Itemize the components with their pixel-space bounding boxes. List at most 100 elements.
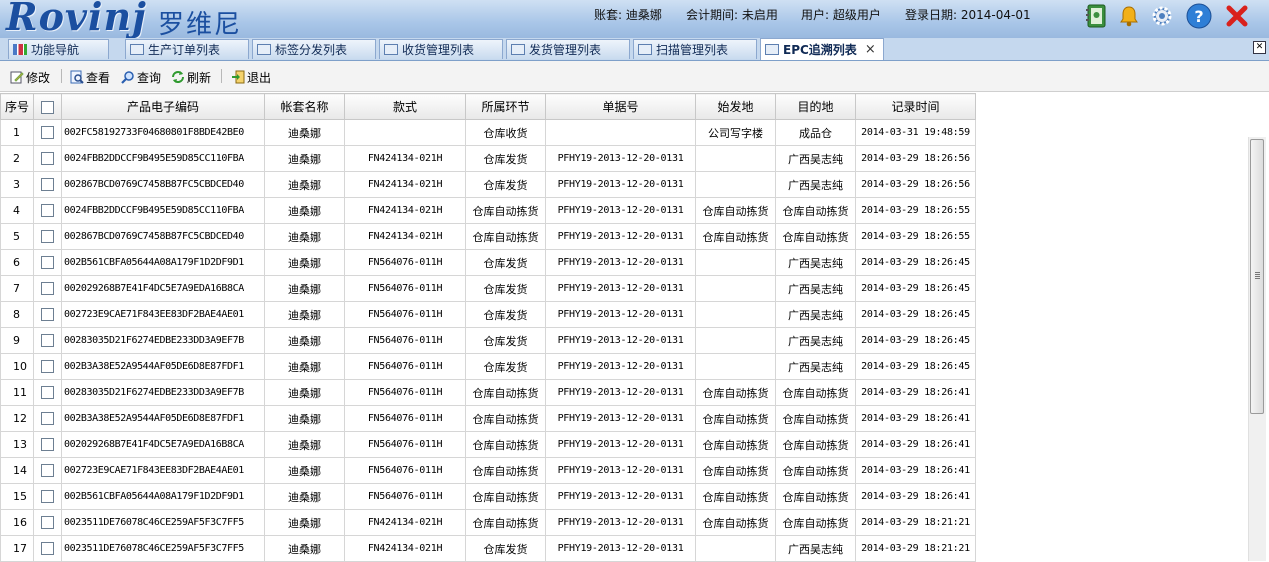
col-header-origin[interactable]: 始发地 [695, 93, 776, 120]
view-button[interactable]: 查看 [70, 68, 110, 86]
tab-epc-trace[interactable]: EPC追溯列表 × [760, 38, 884, 60]
cell-select [33, 301, 62, 328]
col-header-seq[interactable]: 序号 [0, 93, 34, 120]
vertical-scrollbar[interactable] [1248, 137, 1266, 561]
table-row[interactable]: 12 002B3A38E52A9544AF05DE6D8E87FDF1 迪桑娜 FN5… [0, 405, 976, 432]
tab-scan[interactable]: 扫描管理列表 [633, 39, 757, 59]
cell-doc-no: PFHY19-2013-12-20-0131 [545, 145, 696, 172]
cell-origin: 仓库自动拣货 [695, 197, 776, 224]
tab-shipping[interactable]: 发货管理列表 [506, 39, 630, 59]
close-icon[interactable] [1224, 3, 1250, 29]
table-row[interactable]: 15 002B561CBFA05644A08A179F1D2DF9D1 迪桑娜 FN5… [0, 483, 976, 510]
cell-doc-no: PFHY19-2013-12-20-0131 [545, 301, 696, 328]
row-checkbox[interactable] [41, 490, 54, 504]
bell-icon[interactable] [1116, 3, 1142, 29]
table-row[interactable]: 4 0024FBB2DDCCF9B495E59D85CC110FBA 迪桑娜 FN42… [0, 197, 976, 224]
col-header-select[interactable] [33, 93, 62, 120]
table-row[interactable]: 3 002867BCD0769C7458B87FC5CBDCED40 迪桑娜 FN42… [0, 171, 976, 198]
cell-doc-no: PFHY19-2013-12-20-0131 [545, 379, 696, 406]
row-checkbox[interactable] [41, 126, 54, 140]
table-row[interactable]: 5 002867BCD0769C7458B87FC5CBDCED40 迪桑娜 FN42… [0, 223, 976, 250]
tab-label-distribution[interactable]: 标签分发列表 [252, 39, 376, 59]
cell-select [33, 483, 62, 510]
row-checkbox[interactable] [41, 230, 54, 244]
table-row[interactable]: 10 002B3A38E52A9544AF05DE6D8E87FDF1 迪桑娜 FN5… [0, 353, 976, 380]
row-checkbox[interactable] [41, 412, 54, 426]
list-icon [511, 44, 525, 55]
row-checkbox[interactable] [41, 204, 54, 218]
scrollbar-thumb[interactable] [1250, 139, 1264, 414]
select-all-checkbox[interactable] [41, 100, 54, 114]
table-row[interactable]: 17 0023511DE76078C46CE259AF5F3C7FF5 迪桑娜 FN4… [0, 535, 976, 562]
list-icon [130, 44, 144, 55]
table-row[interactable]: 8 002723E9CAE71F843EE83DF2BAE4AE01 迪桑娜 FN56… [0, 301, 976, 328]
cell-style: FN564076-011H [344, 249, 466, 276]
col-header-destination[interactable]: 目的地 [775, 93, 856, 120]
table-header-row: 序号 产品电子编码 帐套名称 款式 所属环节 单据号 始发地 目的地 记录时间 [0, 93, 976, 120]
row-checkbox[interactable] [41, 256, 54, 270]
table-row[interactable]: 13 002029268B7E41F4DC5E7A9EDA16B8CA 迪桑娜 FN5… [0, 431, 976, 458]
row-checkbox[interactable] [41, 386, 54, 400]
tab-function-nav[interactable]: 功能导航 [8, 39, 109, 59]
col-header-record-time[interactable]: 记录时间 [855, 93, 976, 120]
tab-label: 生产订单列表 [148, 43, 221, 57]
row-checkbox[interactable] [41, 464, 54, 478]
exit-button[interactable]: 退出 [231, 68, 271, 86]
cell-epc: 002723E9CAE71F843EE83DF2BAE4AE01 [61, 301, 265, 328]
row-checkbox[interactable] [41, 438, 54, 452]
table-row[interactable]: 6 002B561CBFA05644A08A179F1D2DF9D1 迪桑娜 FN56… [0, 249, 976, 276]
row-checkbox[interactable] [41, 360, 54, 374]
table-row[interactable]: 14 002723E9CAE71F843EE83DF2BAE4AE01 迪桑娜 FN5… [0, 457, 976, 484]
scroll-grip [1255, 272, 1260, 273]
edit-button[interactable]: 修改 [10, 68, 50, 86]
tab-receiving[interactable]: 收货管理列表 [379, 39, 503, 59]
row-checkbox[interactable] [41, 178, 54, 192]
cell-account: 迪桑娜 [264, 535, 345, 562]
cell-destination: 成品仓 [775, 119, 856, 146]
table-row[interactable]: 16 0023511DE76078C46CE259AF5F3C7FF5 迪桑娜 FN4… [0, 509, 976, 536]
cell-select [33, 119, 62, 146]
row-checkbox[interactable] [41, 308, 54, 322]
scroll-grip [1255, 276, 1260, 277]
row-checkbox[interactable] [41, 542, 54, 556]
cell-record-time: 2014-03-29 18:26:41 [855, 457, 976, 484]
cell-stage: 仓库自动拣货 [465, 509, 546, 536]
cell-destination: 仓库自动拣货 [775, 483, 856, 510]
cell-seq: 8 [0, 301, 34, 328]
cell-style: FN564076-011H [344, 353, 466, 380]
table-row[interactable]: 11 00283035D21F6274EDBE233DD3A9EF7B 迪桑娜 FN5… [0, 379, 976, 406]
cell-record-time: 2014-03-29 18:21:21 [855, 535, 976, 562]
col-header-stage[interactable]: 所属环节 [465, 93, 546, 120]
col-header-doc-no[interactable]: 单据号 [545, 93, 696, 120]
list-icon [384, 44, 398, 55]
row-checkbox[interactable] [41, 152, 54, 166]
row-checkbox[interactable] [41, 334, 54, 348]
table-row[interactable]: 7 002029268B7E41F4DC5E7A9EDA16B8CA 迪桑娜 FN56… [0, 275, 976, 302]
toolbar: 修改 查看 查询 刷新 退出 [0, 61, 1269, 92]
cell-seq: 17 [0, 535, 34, 562]
pane-close-icon[interactable]: ✕ [1253, 41, 1266, 54]
cell-epc: 002867BCD0769C7458B87FC5CBDCED40 [61, 223, 265, 250]
table-row[interactable]: 1 002FC58192733F04680801F8BDE42BE0 迪桑娜 仓库收货… [0, 119, 976, 146]
tab-close-icon[interactable]: × [865, 42, 876, 57]
cell-style: FN564076-011H [344, 405, 466, 432]
cell-record-time: 2014-03-29 18:26:55 [855, 197, 976, 224]
cell-account: 迪桑娜 [264, 197, 345, 224]
row-checkbox[interactable] [41, 282, 54, 296]
table-row[interactable]: 9 00283035D21F6274EDBE233DD3A9EF7B 迪桑娜 FN56… [0, 327, 976, 354]
help-icon[interactable]: ? [1186, 3, 1212, 29]
cell-seq: 10 [0, 353, 34, 380]
table-row[interactable]: 2 0024FBB2DDCCF9B495E59D85CC110FBA 迪桑娜 FN42… [0, 145, 976, 172]
gear-icon[interactable] [1149, 3, 1175, 29]
tab-production-orders[interactable]: 生产订单列表 [125, 39, 249, 59]
col-header-epc[interactable]: 产品电子编码 [61, 93, 265, 120]
refresh-button[interactable]: 刷新 [171, 68, 211, 86]
cell-style: FN564076-011H [344, 379, 466, 406]
row-checkbox[interactable] [41, 516, 54, 530]
query-button[interactable]: 查询 [121, 68, 161, 86]
col-header-style[interactable]: 款式 [344, 93, 466, 120]
cell-seq: 15 [0, 483, 34, 510]
user-info: 用户: 超级用户 [801, 8, 881, 22]
col-header-account[interactable]: 帐套名称 [264, 93, 345, 120]
contacts-icon[interactable] [1083, 3, 1109, 29]
